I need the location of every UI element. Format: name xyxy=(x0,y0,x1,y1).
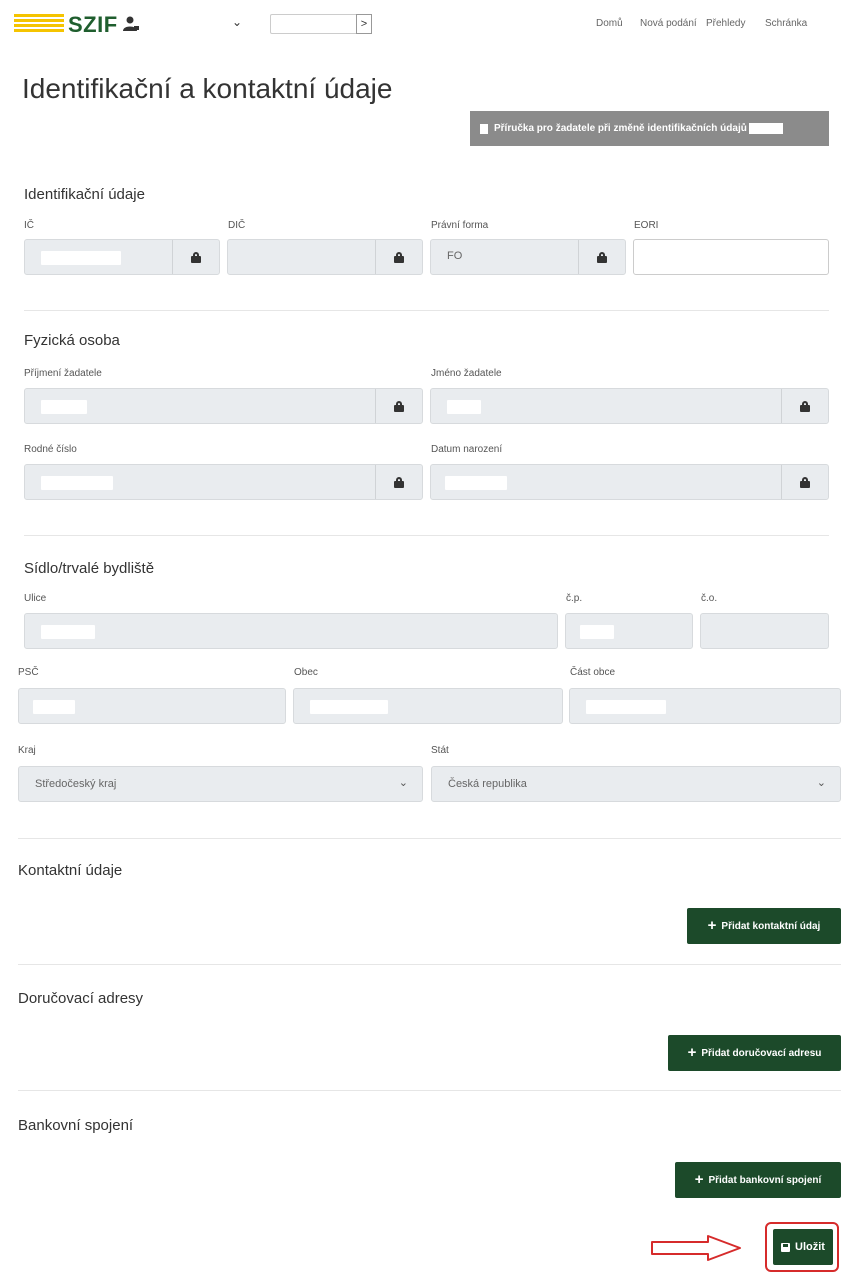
lock-icon xyxy=(781,465,828,499)
birth-date-field xyxy=(430,464,829,500)
legal-form-value: FO xyxy=(447,250,463,262)
postal-code-field xyxy=(18,688,286,724)
divider xyxy=(18,1090,841,1091)
dic-field xyxy=(227,239,423,275)
plus-icon: + xyxy=(687,1044,697,1061)
eori-input[interactable] xyxy=(633,239,829,275)
chevron-down-icon: ⌄ xyxy=(816,777,826,789)
eori-label: EORI xyxy=(634,220,659,231)
page-title: Identifikační a kontaktní údaje xyxy=(22,73,393,104)
surname-field xyxy=(24,388,423,424)
add-contact-button[interactable]: + Přidat kontaktní údaj xyxy=(687,908,841,944)
region-select[interactable]: Středočeský kraj ⌄ xyxy=(18,766,423,802)
nav-home[interactable]: Domů xyxy=(596,18,623,30)
szif-logo-stripes xyxy=(14,14,64,34)
lock-icon xyxy=(578,240,625,274)
section-title-address: Sídlo/trvalé bydliště xyxy=(24,560,155,577)
country-label: Stát xyxy=(431,745,449,756)
guide-button-label: Příručka pro žadatele při změně identifi… xyxy=(494,123,747,134)
user-menu-chevron-icon[interactable]: ⌄ xyxy=(232,15,246,29)
lock-icon xyxy=(375,389,422,423)
dic-label: DIČ xyxy=(228,220,246,231)
region-value: Středočeský kraj xyxy=(35,778,117,790)
add-delivery-address-label: Přidat doručovací adresu xyxy=(701,1047,822,1059)
house-number-label: č.p. xyxy=(566,593,583,604)
add-bank-account-label: Přidat bankovní spojení xyxy=(708,1174,822,1186)
save-button-label: Uložit xyxy=(795,1241,825,1253)
birth-number-label: Rodné číslo xyxy=(24,444,77,455)
divider xyxy=(24,535,829,536)
nav-inbox[interactable]: Schránka xyxy=(765,18,807,30)
redacted-box xyxy=(748,123,783,134)
section-title-identification: Identifikační údaje xyxy=(24,186,145,203)
surname-label: Příjmení žadatele xyxy=(24,368,102,379)
country-value: Česká republika xyxy=(448,778,527,790)
birth-number-field xyxy=(24,464,423,500)
subject-select[interactable] xyxy=(270,14,358,34)
first-name-field xyxy=(430,388,829,424)
ic-label: IČ xyxy=(24,220,34,231)
lock-icon xyxy=(172,240,219,274)
legal-form-label: Právní forma xyxy=(431,220,489,231)
subject-next-button[interactable]: > xyxy=(356,14,372,34)
house-number-field xyxy=(565,613,693,649)
plus-icon: + xyxy=(707,917,717,934)
legal-form-field: FO xyxy=(430,239,626,275)
section-title-bank: Bankovní spojení xyxy=(18,1117,134,1134)
chevron-down-icon: ⌄ xyxy=(398,777,408,789)
section-title-contacts: Kontaktní údaje xyxy=(18,862,123,879)
country-select[interactable]: Česká republika ⌄ xyxy=(431,766,841,802)
plus-icon: + xyxy=(694,1171,704,1188)
postal-code-label: PSČ xyxy=(18,667,39,678)
municipality-field xyxy=(293,688,563,724)
lock-icon xyxy=(781,389,828,423)
birth-date-label: Datum narození xyxy=(431,444,503,455)
pdf-file-icon xyxy=(480,123,488,134)
add-bank-account-button[interactable]: + Přidat bankovní spojení xyxy=(675,1162,841,1198)
nav-overviews[interactable]: Přehledy xyxy=(706,18,745,30)
lock-icon xyxy=(375,240,422,274)
orientation-number-label: č.o. xyxy=(701,593,718,604)
first-name-label: Jméno žadatele xyxy=(431,368,502,379)
lock-icon xyxy=(375,465,422,499)
user-icon[interactable] xyxy=(122,14,142,34)
szif-logo[interactable]: SZIF xyxy=(68,13,118,37)
divider xyxy=(24,310,829,311)
orientation-number-field xyxy=(700,613,829,649)
guide-button[interactable]: Příručka pro žadatele při změně identifi… xyxy=(470,111,829,146)
floppy-disk-icon xyxy=(781,1242,791,1252)
ic-field xyxy=(24,239,220,275)
municipality-part-label: Část obce xyxy=(570,667,616,678)
street-label: Ulice xyxy=(24,593,47,604)
add-contact-label: Přidat kontaktní údaj xyxy=(721,920,821,932)
add-delivery-address-button[interactable]: + Přidat doručovací adresu xyxy=(668,1035,841,1071)
section-title-delivery-addresses: Doručovací adresy xyxy=(18,990,144,1007)
divider xyxy=(18,964,841,965)
save-button[interactable]: Uložit xyxy=(773,1229,833,1265)
municipality-label: Obec xyxy=(294,667,318,678)
street-field xyxy=(24,613,558,649)
region-label: Kraj xyxy=(18,745,36,756)
red-arrow-annotation xyxy=(651,1235,741,1261)
municipality-part-field xyxy=(569,688,841,724)
section-title-natural-person: Fyzická osoba xyxy=(24,332,120,349)
nav-new-submissions[interactable]: Nová podání xyxy=(640,18,697,30)
divider xyxy=(18,838,841,839)
